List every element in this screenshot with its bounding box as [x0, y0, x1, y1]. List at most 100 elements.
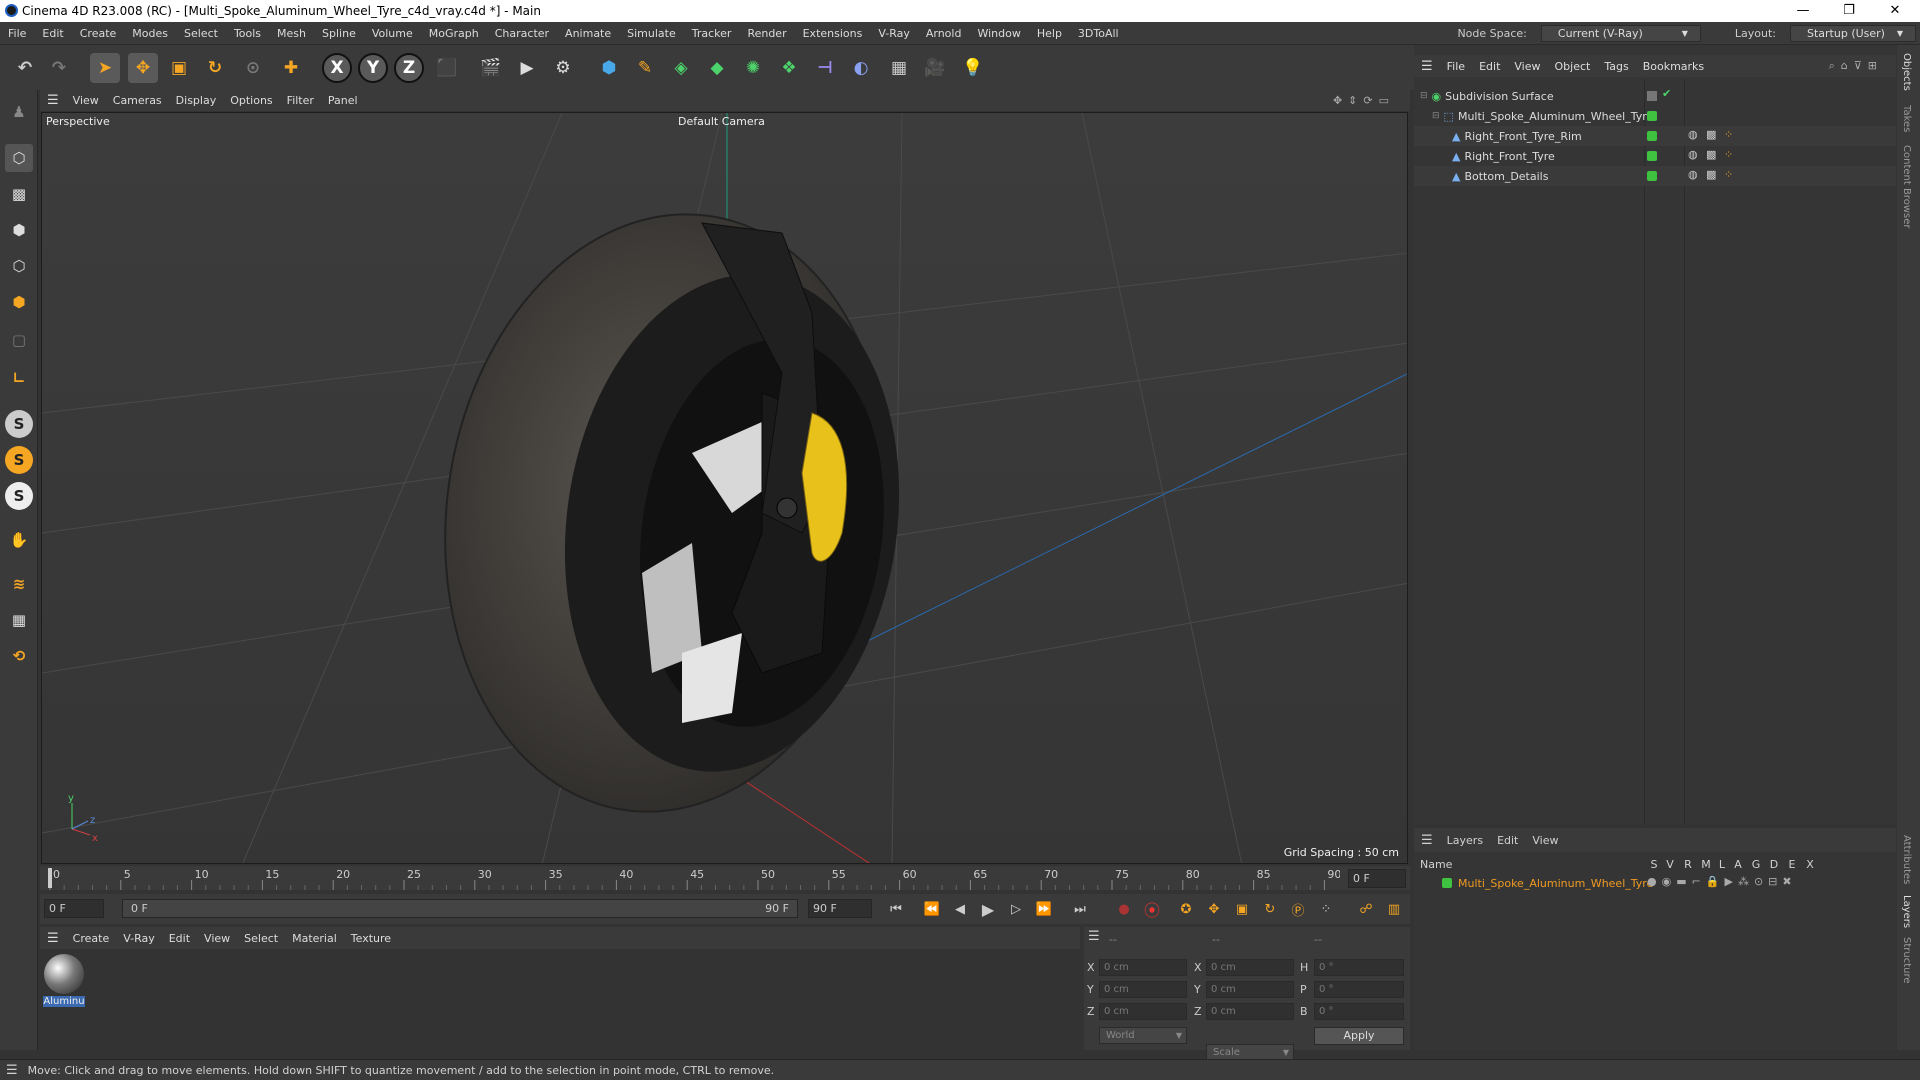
- mat-menu-edit[interactable]: Edit: [162, 932, 197, 945]
- mat-menu-view[interactable]: View: [197, 932, 237, 945]
- menu-tracker[interactable]: Tracker: [684, 27, 740, 40]
- workplane-icon[interactable]: ≋: [5, 570, 33, 598]
- obj-menu-object[interactable]: Object: [1548, 60, 1598, 73]
- viewport-nav-icons[interactable]: ✥⇕⟳▭: [1326, 94, 1402, 107]
- layer-flag-icons[interactable]: ●◉▬⌐🔒▶⁂⊙⊟✖: [1647, 875, 1797, 888]
- menu-character[interactable]: Character: [487, 27, 557, 40]
- object-row[interactable]: ⊟ ⬚ Multi_Spoke_Aluminum_Wheel_Tyre: [1414, 106, 1896, 126]
- snap-settings-icon[interactable]: S: [5, 446, 33, 474]
- menu-vray[interactable]: V-Ray: [870, 27, 918, 40]
- obj-menu-file[interactable]: File: [1440, 60, 1472, 73]
- rot-h-field[interactable]: 0 °: [1314, 959, 1404, 976]
- maximize-button[interactable]: ❐: [1826, 0, 1872, 22]
- menu-extensions[interactable]: Extensions: [795, 27, 871, 40]
- enabled-check-icon[interactable]: ✔: [1662, 87, 1671, 100]
- coordinate-system-icon[interactable]: ⬛: [432, 53, 462, 83]
- size-z-field[interactable]: 0 cm: [1206, 1003, 1294, 1020]
- layer-menu-layers[interactable]: Layers: [1440, 834, 1490, 847]
- tab-structure[interactable]: Structure: [1901, 937, 1912, 984]
- menu-spline[interactable]: Spline: [314, 27, 364, 40]
- hamburger-icon[interactable]: ☰: [1414, 59, 1440, 74]
- record-icon[interactable]: ⦿: [1140, 898, 1164, 920]
- size-y-field[interactable]: 0 cm: [1206, 981, 1294, 998]
- collapse-icon[interactable]: ⊟: [1432, 111, 1440, 121]
- layout-select[interactable]: Startup (User) ▼: [1790, 25, 1916, 42]
- redo-icon[interactable]: ↷: [44, 53, 74, 83]
- menu-mesh[interactable]: Mesh: [269, 27, 314, 40]
- tweak-icon[interactable]: ✋: [5, 526, 33, 554]
- hamburger-icon[interactable]: ☰: [40, 931, 66, 946]
- range-slider[interactable]: 0 F 90 F: [122, 899, 798, 918]
- prev-frame-icon[interactable]: ◀: [948, 898, 972, 920]
- x-axis-icon[interactable]: X: [322, 53, 352, 83]
- vp-menu-panel[interactable]: Panel: [321, 94, 365, 107]
- menu-select[interactable]: Select: [176, 27, 226, 40]
- mat-menu-vray[interactable]: V-Ray: [116, 932, 162, 945]
- object-row[interactable]: ▲ Right_Front_Tyre_Rim ◍ ▩ ⁘: [1414, 126, 1896, 146]
- z-axis-icon[interactable]: Z: [394, 53, 424, 83]
- model-mode-icon[interactable]: ⬡: [5, 144, 33, 172]
- vp-menu-filter[interactable]: Filter: [280, 94, 321, 107]
- mograph-icon[interactable]: ❖: [774, 53, 804, 83]
- y-axis-icon[interactable]: Y: [358, 53, 388, 83]
- size-x-field[interactable]: 0 cm: [1206, 959, 1294, 976]
- material-tag-icon[interactable]: ◍: [1688, 128, 1698, 141]
- tab-attributes[interactable]: Attributes: [1901, 835, 1912, 884]
- collapse-icon[interactable]: ⊟: [1420, 91, 1428, 101]
- hamburger-icon[interactable]: ☰: [40, 93, 66, 108]
- menu-simulate[interactable]: Simulate: [619, 27, 684, 40]
- next-key-icon[interactable]: ⏩: [1032, 898, 1056, 920]
- obj-menu-tags[interactable]: Tags: [1597, 60, 1635, 73]
- object-row[interactable]: ▲ Bottom_Details ◍ ▩ ⁘: [1414, 166, 1896, 186]
- mat-menu-create[interactable]: Create: [66, 932, 117, 945]
- quantize-icon[interactable]: S: [5, 482, 33, 510]
- menu-create[interactable]: Create: [72, 27, 125, 40]
- subdivision-icon[interactable]: ◈: [666, 53, 696, 83]
- go-to-start-icon[interactable]: ⏮: [884, 898, 908, 920]
- vp-menu-view[interactable]: View: [66, 94, 106, 107]
- grid-icon[interactable]: ▦: [5, 606, 33, 634]
- phong-tag-icon[interactable]: ⁘: [1724, 128, 1733, 141]
- camera-name[interactable]: Default Camera: [678, 115, 765, 128]
- vp-menu-cameras[interactable]: Cameras: [106, 94, 169, 107]
- render-settings-icon[interactable]: ⚙: [548, 53, 578, 83]
- uv-mode-icon[interactable]: ▢: [5, 326, 33, 354]
- camera-icon[interactable]: 🎥: [920, 53, 950, 83]
- tab-content-browser[interactable]: Content Browser: [1901, 145, 1912, 228]
- pos-y-field[interactable]: 0 cm: [1099, 981, 1187, 998]
- edge-mode-icon[interactable]: ⬡: [5, 252, 33, 280]
- hamburger-icon[interactable]: ☰: [1414, 833, 1440, 848]
- menu-tools[interactable]: Tools: [226, 27, 269, 40]
- render-view-icon[interactable]: 🎬: [476, 53, 506, 83]
- object-row[interactable]: ⊟ ◉ Subdivision Surface ✔: [1414, 86, 1896, 106]
- scale-icon[interactable]: ▣: [164, 53, 194, 83]
- motion-mode-icon[interactable]: ☍: [1354, 898, 1378, 920]
- menu-3dtoall[interactable]: 3DToAll: [1070, 27, 1127, 40]
- key-rotation-icon[interactable]: ↻: [1258, 898, 1282, 920]
- locked-workplane-icon[interactable]: ⟲: [5, 642, 33, 670]
- end-frame-field[interactable]: 90 F: [808, 899, 872, 918]
- rotate-icon[interactable]: ↻: [200, 53, 230, 83]
- apply-button[interactable]: Apply: [1314, 1027, 1404, 1045]
- record-off-icon[interactable]: ●: [1112, 898, 1136, 920]
- tab-objects[interactable]: Objects: [1901, 53, 1912, 91]
- timeline-playhead[interactable]: [48, 868, 52, 888]
- key-position-icon[interactable]: ✥: [1202, 898, 1226, 920]
- key-pla-icon[interactable]: ⁘: [1314, 898, 1338, 920]
- node-space-select[interactable]: Current (V-Ray) ▼: [1540, 25, 1701, 42]
- key-param-icon[interactable]: Ⓟ: [1286, 898, 1310, 920]
- select-cursor-icon[interactable]: ➤: [90, 53, 120, 83]
- move-icon[interactable]: ✥: [128, 53, 158, 83]
- hamburger-icon[interactable]: ☰: [6, 1063, 18, 1078]
- menu-arnold[interactable]: Arnold: [918, 27, 970, 40]
- texture-tag-icon[interactable]: ▩: [1706, 148, 1716, 161]
- cube-icon[interactable]: ⬢: [594, 53, 624, 83]
- layer-menu-view[interactable]: View: [1525, 834, 1565, 847]
- undo-icon[interactable]: ↶: [10, 53, 40, 83]
- floor-icon[interactable]: ▦: [884, 53, 914, 83]
- snap-icon[interactable]: S: [5, 410, 33, 438]
- menu-render[interactable]: Render: [739, 27, 794, 40]
- material-swatch[interactable]: Aluminu: [43, 953, 85, 1013]
- menu-volume[interactable]: Volume: [364, 27, 421, 40]
- start-frame-field[interactable]: 0 F: [44, 899, 104, 918]
